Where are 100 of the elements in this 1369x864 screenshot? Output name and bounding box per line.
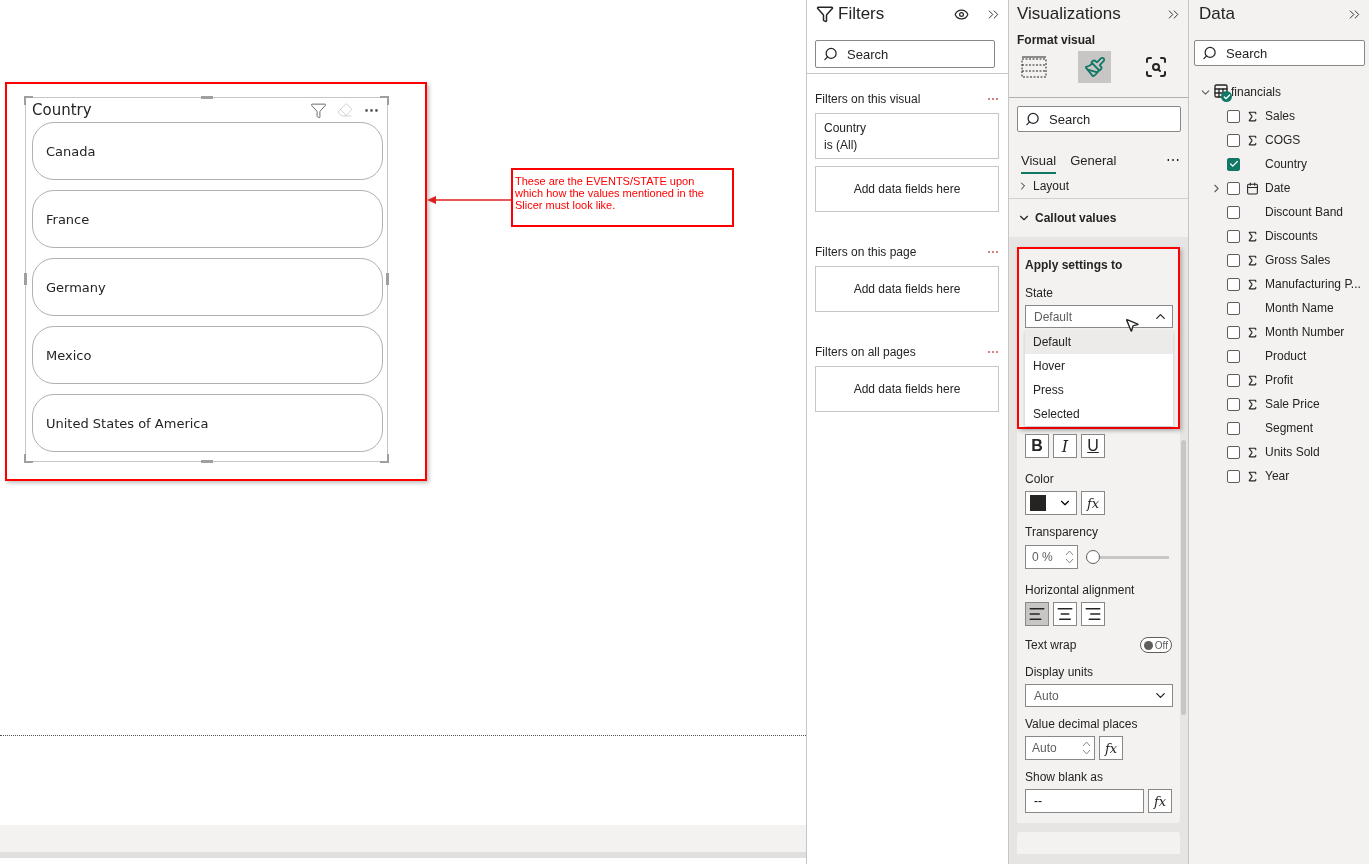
- field-name[interactable]: Sales: [1265, 109, 1296, 123]
- slider-thumb[interactable]: [1086, 550, 1100, 564]
- checkbox[interactable]: [1227, 181, 1240, 195]
- field-name[interactable]: Sale Price: [1265, 397, 1320, 411]
- checkbox[interactable]: [1227, 157, 1240, 171]
- scrollbar[interactable]: [1181, 440, 1186, 715]
- field-name[interactable]: Discount Band: [1265, 205, 1344, 219]
- field-label: Show blank as: [1025, 770, 1105, 784]
- more-button[interactable]: ⋯: [987, 92, 999, 106]
- drop-zone[interactable]: Add data fields here: [815, 366, 999, 412]
- slicer-button[interactable]: France: [32, 190, 383, 248]
- fx-button[interactable]: fx: [1099, 736, 1123, 760]
- field-label: Color: [1025, 472, 1055, 486]
- alignment-button[interactable]: [1081, 602, 1105, 626]
- checkbox[interactable]: [1227, 301, 1240, 315]
- checkbox[interactable]: [1227, 445, 1240, 459]
- more-button[interactable]: ⋯: [1166, 152, 1180, 174]
- checkbox[interactable]: [1227, 277, 1240, 291]
- field-name[interactable]: Manufacturing P...: [1265, 277, 1361, 291]
- checkbox[interactable]: [1227, 109, 1240, 123]
- field-name[interactable]: Units Sold: [1265, 445, 1320, 459]
- search-field[interactable]: Search: [815, 40, 995, 68]
- stepper-icon[interactable]: [1065, 549, 1074, 565]
- more-button[interactable]: ⋯: [987, 245, 999, 259]
- slicer-button[interactable]: United States of America: [32, 394, 383, 452]
- checkbox[interactable]: [1227, 397, 1240, 411]
- sigma-icon: [1246, 229, 1259, 243]
- slicer-button[interactable]: Canada: [32, 122, 383, 180]
- resize-handle[interactable]: [380, 96, 389, 105]
- more-button[interactable]: ⋯: [987, 345, 999, 359]
- table-icon: [1020, 56, 1047, 78]
- resize-handle[interactable]: [24, 454, 33, 463]
- field-name[interactable]: Discounts: [1265, 229, 1318, 243]
- checkbox[interactable]: [1227, 469, 1240, 483]
- dropdown-option[interactable]: Press: [1025, 378, 1173, 402]
- dropdown-option[interactable]: Hover: [1025, 354, 1173, 378]
- search-field[interactable]: Search: [1194, 40, 1365, 66]
- state-dropdown[interactable]: Default: [1025, 305, 1173, 328]
- dropdown[interactable]: Auto: [1025, 684, 1173, 707]
- drop-zone[interactable]: Add data fields here: [815, 266, 999, 312]
- slicer-button[interactable]: Mexico: [32, 326, 383, 384]
- search-icon: [1025, 111, 1040, 127]
- fx-button[interactable]: fx: [1081, 491, 1105, 515]
- resize-handle[interactable]: [24, 273, 27, 285]
- resize-handle[interactable]: [386, 273, 389, 285]
- panel-title: Data: [1199, 4, 1236, 24]
- tab[interactable]: Visual: [1021, 153, 1057, 174]
- field-label: Text wrap: [1025, 638, 1077, 652]
- filter-card[interactable]: Country is (All): [815, 113, 999, 159]
- field-name[interactable]: Date: [1265, 181, 1291, 195]
- field-name[interactable]: Gross Sales: [1265, 253, 1331, 267]
- checkbox[interactable]: [1227, 229, 1240, 243]
- search-icon: [823, 46, 838, 62]
- slicer-button[interactable]: Germany: [32, 258, 383, 316]
- checkbox[interactable]: [1227, 421, 1240, 435]
- sigma-icon: [1246, 325, 1259, 339]
- checkbox[interactable]: [1227, 325, 1240, 339]
- panel-title: Filters: [838, 4, 886, 24]
- resize-handle[interactable]: [201, 460, 213, 463]
- search-field[interactable]: Search: [1017, 106, 1181, 132]
- toggle-switch[interactable]: Off: [1140, 637, 1172, 653]
- field-name[interactable]: Country: [1265, 157, 1308, 171]
- font-style-button[interactable]: I: [1053, 434, 1077, 458]
- number-field[interactable]: Auto: [1025, 736, 1095, 760]
- text-field[interactable]: --: [1025, 789, 1144, 813]
- sigma-icon: [1246, 253, 1259, 267]
- resize-handle[interactable]: [24, 96, 33, 105]
- field-name[interactable]: Profit: [1265, 373, 1293, 387]
- resize-handle[interactable]: [201, 96, 213, 99]
- checkbox[interactable]: [1227, 349, 1240, 363]
- dropdown-option[interactable]: Default: [1025, 330, 1173, 354]
- search-icon: [1202, 45, 1217, 61]
- checkbox[interactable]: [1227, 133, 1240, 147]
- resize-handle[interactable]: [380, 454, 389, 463]
- field-name[interactable]: Product: [1265, 349, 1307, 363]
- dropdown-option[interactable]: Selected: [1025, 402, 1173, 426]
- font-style-button[interactable]: B: [1025, 434, 1049, 458]
- number-field[interactable]: 0 %: [1025, 545, 1078, 569]
- checkbox[interactable]: [1227, 205, 1240, 219]
- field-name[interactable]: Month Number: [1265, 325, 1345, 339]
- tab[interactable]: General: [1070, 153, 1117, 174]
- field-name[interactable]: Month Name: [1265, 301, 1334, 315]
- field-name[interactable]: COGS: [1265, 133, 1301, 147]
- alignment-button[interactable]: [1025, 602, 1049, 626]
- checkbox[interactable]: [1227, 253, 1240, 267]
- field-name[interactable]: Segment: [1265, 421, 1314, 435]
- stepper-icon[interactable]: [1082, 740, 1091, 756]
- section-header[interactable]: Layout: [1009, 178, 1188, 194]
- field-name[interactable]: Year: [1265, 469, 1290, 483]
- table-node[interactable]: financials: [1197, 80, 1369, 104]
- filter-icon[interactable]: [310, 101, 327, 119]
- eye-icon[interactable]: [954, 6, 969, 22]
- color-picker[interactable]: [1025, 491, 1077, 515]
- section-header[interactable]: Callout values: [1009, 199, 1188, 237]
- fx-button[interactable]: fx: [1148, 789, 1172, 813]
- font-style-button[interactable]: U: [1081, 434, 1105, 458]
- field-label: Horizontal alignment: [1025, 583, 1136, 597]
- checkbox[interactable]: [1227, 373, 1240, 387]
- alignment-button[interactable]: [1053, 602, 1077, 626]
- drop-zone[interactable]: Add data fields here: [815, 166, 999, 212]
